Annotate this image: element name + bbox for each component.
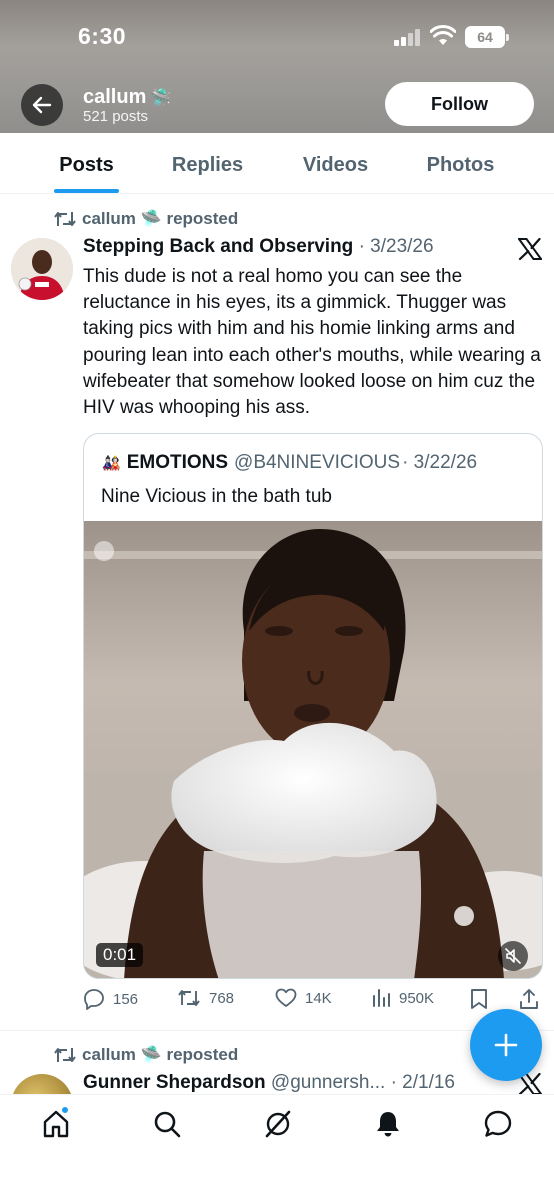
nav-grok[interactable] xyxy=(263,1109,293,1139)
cellular-signal-icon xyxy=(394,28,422,46)
like-count: 14K xyxy=(305,989,332,1007)
repost-indicator: callum 🛸 reposted xyxy=(54,209,238,229)
tab-photos[interactable]: Photos xyxy=(413,133,508,194)
video-duration: 0:01 xyxy=(96,943,144,967)
profile-tabs: Posts Replies Videos Photos xyxy=(0,133,554,194)
tweet-handle[interactable]: @gunnersh... xyxy=(271,1072,385,1093)
search-icon xyxy=(154,1111,181,1138)
bookmark-icon xyxy=(471,989,487,1009)
avatar-image xyxy=(11,238,73,300)
quote-text: Nine Vicious in the bath tub xyxy=(101,486,332,507)
tweet-divider xyxy=(0,1030,554,1031)
x-logo-icon xyxy=(518,238,542,260)
home-unread-dot xyxy=(61,1106,69,1114)
nav-notifications[interactable] xyxy=(373,1109,403,1139)
wifi-icon xyxy=(430,25,456,45)
tweet-date[interactable]: · 2/1/16 xyxy=(391,1072,455,1093)
battery-icon: 64 xyxy=(465,26,509,48)
bell-icon xyxy=(377,1112,399,1137)
profile-name-text: callum xyxy=(83,86,147,108)
repost-count: 768 xyxy=(209,989,235,1007)
speaker-muted-icon xyxy=(505,948,521,964)
repost-text: callum 🛸 reposted xyxy=(82,209,239,228)
view-count: 950K xyxy=(399,989,435,1007)
analytics-icon xyxy=(373,989,390,1007)
quote-author-emoji: 🎎 xyxy=(102,455,121,472)
quoted-tweet-header: 🎎 EMOTIONS @B4NINEVICIOUS · 3/22/26 xyxy=(102,452,477,474)
tab-posts[interactable]: Posts xyxy=(44,133,129,194)
nav-search[interactable] xyxy=(152,1109,182,1139)
quote-date: · 3/22/26 xyxy=(402,452,478,473)
repost-indicator: callum 🛸 reposted xyxy=(54,1045,238,1065)
tweet-date[interactable]: · 3/23/26 xyxy=(359,236,434,257)
repost-icon xyxy=(54,1048,76,1062)
arrow-left-icon xyxy=(32,96,52,114)
tweet-text: This dude is not a real homo you can see… xyxy=(83,266,541,419)
repost-text: callum 🛸 reposted xyxy=(82,1045,239,1064)
quoted-tweet[interactable]: 🎎 EMOTIONS @B4NINEVICIOUS · 3/22/26 Nine… xyxy=(83,433,543,979)
tab-replies[interactable]: Replies xyxy=(160,133,255,194)
repost-icon xyxy=(54,212,76,226)
compose-button[interactable] xyxy=(470,1009,542,1081)
profile-name: callum 🛸 xyxy=(83,86,172,109)
grok-icon xyxy=(265,1110,291,1138)
active-tab-indicator xyxy=(54,189,119,193)
like-button[interactable]: 14K xyxy=(275,988,332,1008)
status-time: 6:30 xyxy=(78,23,127,49)
nav-messages[interactable] xyxy=(483,1109,513,1139)
video-thumbnail xyxy=(84,521,542,978)
tweet-header: Gunner Shepardson @gunnersh... · 2/1/16 xyxy=(83,1072,455,1094)
video-player[interactable]: 0:01 xyxy=(84,521,542,978)
posts-count: 521 posts xyxy=(83,108,149,125)
status-bar: 6:30 64 xyxy=(0,0,554,75)
tweet-author[interactable]: Gunner Shepardson xyxy=(83,1072,266,1093)
bottom-navigation xyxy=(0,1094,554,1200)
heart-icon xyxy=(275,988,297,1007)
repost-icon xyxy=(178,990,200,1006)
share-button[interactable] xyxy=(519,988,539,1010)
mute-toggle-button[interactable] xyxy=(498,941,528,971)
views-button[interactable]: 950K xyxy=(371,988,434,1008)
back-button[interactable] xyxy=(21,84,63,126)
profile-header: 6:30 64 callum 🛸 521 posts Follow xyxy=(0,0,554,133)
share-icon xyxy=(520,989,538,1009)
quote-handle: @B4NINEVICIOUS xyxy=(234,452,401,473)
repost-button[interactable]: 768 xyxy=(177,988,234,1008)
tab-videos[interactable]: Videos xyxy=(288,133,383,194)
follow-button[interactable]: Follow xyxy=(385,82,534,126)
reply-icon xyxy=(84,989,104,1010)
plus-icon xyxy=(494,1033,518,1057)
ufo-emoji: 🛸 xyxy=(150,88,172,107)
avatar[interactable] xyxy=(11,238,73,300)
reply-button[interactable]: 156 xyxy=(83,988,138,1010)
bookmark-button[interactable] xyxy=(470,988,488,1010)
tweet-header: Stepping Back and Observing · 3/23/26 xyxy=(83,236,434,258)
tweet-actions: 156 768 14K 950K xyxy=(83,988,543,1014)
reply-count: 156 xyxy=(113,990,139,1008)
tweet-author[interactable]: Stepping Back and Observing xyxy=(83,236,353,257)
chat-bubble-icon xyxy=(484,1110,512,1137)
quote-author: EMOTIONS xyxy=(126,452,229,473)
